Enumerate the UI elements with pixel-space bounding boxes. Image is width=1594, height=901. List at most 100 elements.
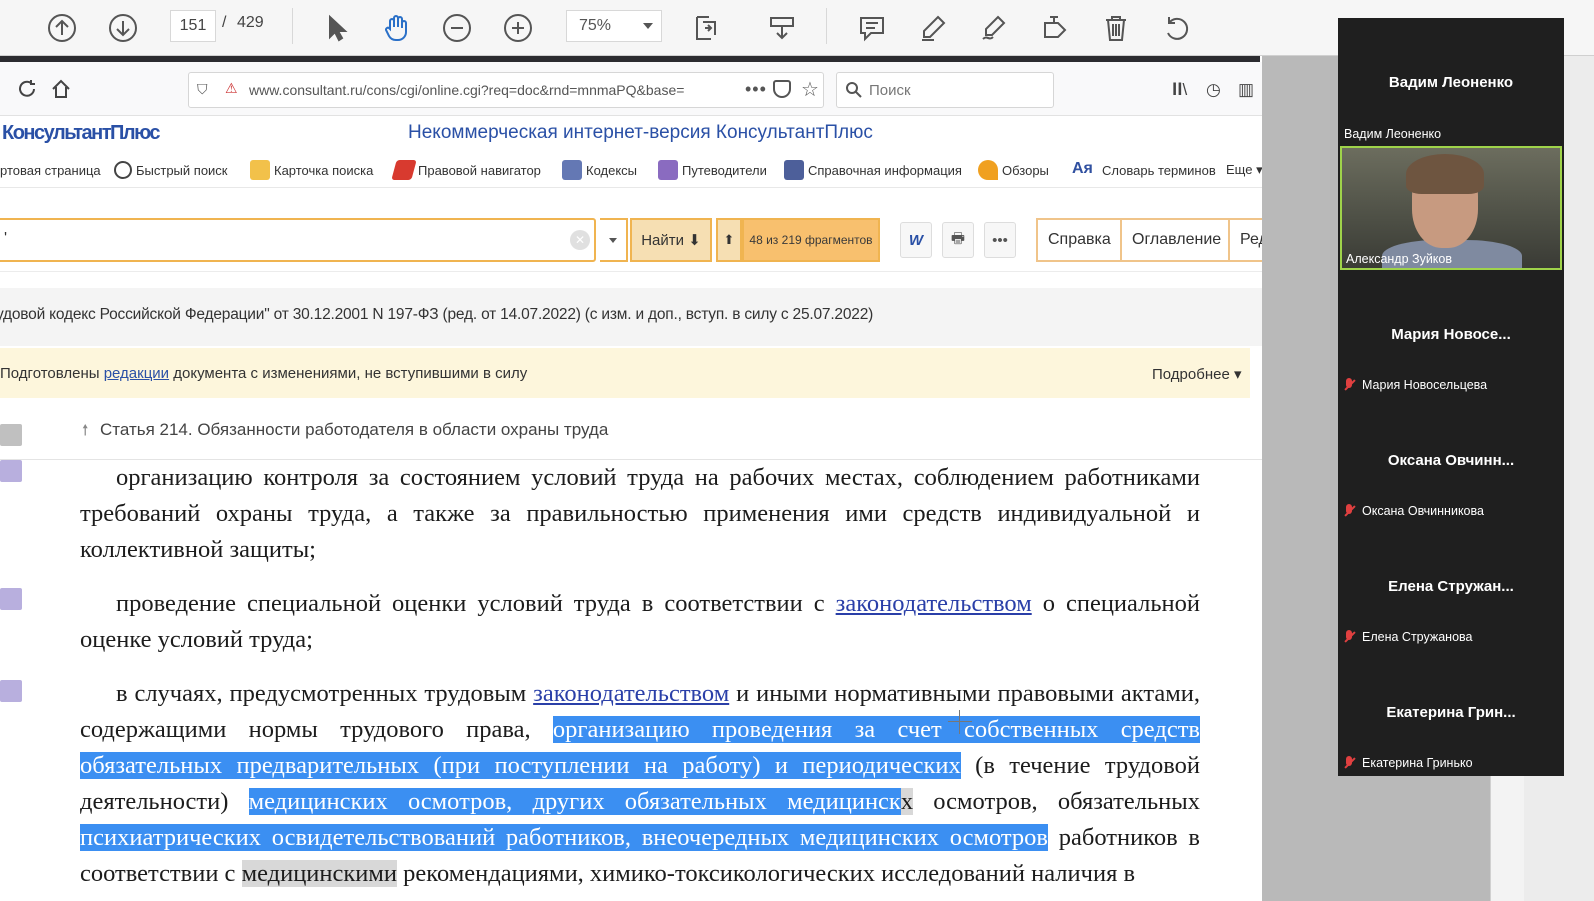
browser-search-input[interactable]: Поиск	[836, 72, 1054, 108]
participant-name: Мария Новосе...	[1391, 326, 1511, 343]
consultant-header: КонсультантПлюс Некоммерческая интернет-…	[0, 116, 1262, 152]
zoom-out-icon[interactable]	[437, 8, 477, 48]
nav-codexes[interactable]: Кодексы	[562, 158, 637, 182]
participant-label: Александр Зуйков	[1346, 252, 1452, 266]
nav-reviews[interactable]: Обзоры	[978, 158, 1049, 182]
selected-text[interactable]: психиатрических освидетельствований рабо…	[80, 824, 1049, 851]
reload-icon[interactable]	[16, 78, 38, 100]
pocket-icon[interactable]	[773, 80, 791, 98]
search-icon	[846, 82, 862, 98]
editions-link[interactable]: редакции	[104, 365, 169, 382]
nav-more[interactable]: Еще ▾	[1226, 158, 1262, 182]
nav-label: Еще ▾	[1226, 162, 1262, 177]
library-icon[interactable]: 𝐈𝐈\	[1172, 80, 1187, 100]
document-title: удовой кодекс Российской Федерации" от 3…	[0, 306, 874, 323]
mic-muted-icon	[1344, 378, 1354, 392]
scroll-mode-icon[interactable]	[762, 8, 802, 48]
document-search-input[interactable]: '	[0, 218, 596, 262]
bookmark-star-icon[interactable]: ☆	[801, 77, 819, 102]
participant-name: Елена Стружан...	[1388, 578, 1514, 595]
address-bar[interactable]: ⛉ ⚠ www.consultant.ru/cons/cgi/online.cg…	[188, 72, 824, 108]
tab-reference[interactable]: Справка	[1036, 218, 1123, 262]
search-icon	[114, 161, 132, 179]
search-history-dropdown[interactable]	[600, 218, 628, 262]
participant-video[interactable]: Александр Зуйков	[1340, 146, 1562, 270]
paragraph: проведение специальной оценки условий тр…	[80, 586, 1200, 658]
more-details-link[interactable]: Подробнее ▾	[1152, 365, 1242, 383]
nav-dictionary[interactable]: Aя Словарь терминов	[1072, 158, 1216, 182]
participant-label-text: Елена Стружанова	[1362, 630, 1473, 644]
dictionary-icon: Aя	[1072, 160, 1093, 177]
sidebar-icon[interactable]: ▥	[1238, 80, 1254, 100]
zoom-select[interactable]: 75%	[566, 10, 662, 42]
nav-label: Путеводители	[682, 162, 767, 178]
word-export-button[interactable]: W	[900, 222, 932, 258]
legislation-link[interactable]: законодательством	[533, 680, 729, 707]
person-hair	[1406, 154, 1484, 194]
nav-label: Словарь терминов	[1102, 162, 1216, 178]
text-run: рекомендациями, химико-токсикологических…	[397, 860, 1136, 887]
participant-tile[interactable]: Елена Стружан... Елена Стружанова	[1338, 524, 1564, 650]
comment-icon[interactable]	[852, 8, 892, 48]
nav-legal-navigator[interactable]: Правовой навигатор	[391, 158, 541, 182]
nav-label: Справочная информация	[808, 162, 962, 178]
paragraph-marker-icon[interactable]	[0, 460, 22, 482]
fit-page-icon[interactable]	[686, 8, 726, 48]
bookmark-marker-icon[interactable]	[0, 424, 22, 446]
participant-tile[interactable]: Екатерина Грин... Екатерина Гринько	[1338, 650, 1564, 776]
participant-label-text: Оксана Овчинникова	[1362, 504, 1484, 518]
hand-tool-icon[interactable]	[376, 8, 416, 48]
nav-quick-search[interactable]: Быстрый поиск	[114, 158, 228, 182]
zoom-in-icon[interactable]	[498, 8, 538, 48]
page-actions-icon[interactable]: •••	[745, 79, 767, 100]
nav-start-page[interactable]: ртовая страница	[0, 158, 101, 182]
more-tools-button[interactable]: •••	[984, 222, 1016, 258]
selected-text[interactable]: медицинских осмотров, других обязательны…	[248, 788, 901, 815]
page-number-input[interactable]: 151	[170, 10, 216, 42]
notice-suffix: документа с изменениями, не вступившими …	[169, 365, 528, 382]
tab-contents[interactable]: Оглавление	[1120, 218, 1234, 262]
draw-icon[interactable]	[974, 8, 1014, 48]
shield-icon: ⛉	[197, 81, 208, 97]
tab-editions[interactable]: Ред	[1228, 218, 1262, 262]
nav-label: Обзоры	[1002, 162, 1049, 178]
search-placeholder: Поиск	[869, 82, 911, 99]
home-icon[interactable]	[50, 78, 72, 100]
participant-tile[interactable]: Мария Новосе... Мария Новосельцева	[1338, 272, 1564, 398]
history-icon[interactable]: ◷	[1206, 80, 1221, 100]
codex-icon	[562, 160, 582, 180]
delete-icon[interactable]	[1096, 8, 1136, 48]
select-cursor-icon[interactable]	[316, 8, 356, 48]
page-down-icon[interactable]	[103, 8, 143, 48]
undo-icon[interactable]	[1156, 8, 1196, 48]
nav-search-card[interactable]: Карточка поиска	[250, 158, 373, 182]
screen: 151 / 429 75% ⛉ ⚠ www.consultant.ru/cons…	[0, 0, 1594, 901]
arrow-up-icon[interactable]: 🠕	[82, 420, 88, 445]
find-prev-button[interactable]: ⬆	[716, 218, 742, 262]
paragraph: организацию контроля за состоянием услов…	[80, 464, 1200, 563]
participant-tile[interactable]: Вадим Леоненко Вадим Леоненко	[1338, 18, 1564, 144]
legislation-link[interactable]: законодательством	[836, 590, 1032, 617]
clear-icon[interactable]: ✕	[570, 230, 590, 250]
notice-prefix: Подготовлены	[0, 365, 104, 382]
mic-muted-icon	[1344, 756, 1354, 770]
navigator-icon	[391, 160, 417, 180]
paragraph-marker-icon[interactable]	[0, 588, 22, 610]
nav-label: Карточка поиска	[274, 162, 374, 178]
paragraph-marker-icon[interactable]	[0, 680, 22, 702]
participant-tile[interactable]: Оксана Овчинн... Оксана Овчинникова	[1338, 398, 1564, 524]
nav-reference[interactable]: Справочная информация	[784, 158, 962, 182]
participant-label: Оксана Овчинникова	[1344, 504, 1484, 518]
insecure-lock-icon: ⚠	[225, 80, 238, 96]
consultant-nav: ртовая страница Быстрый поиск Карточка п…	[0, 152, 1262, 188]
consultant-logo[interactable]: КонсультантПлюс	[2, 122, 161, 145]
print-button[interactable]: 🖶	[942, 222, 974, 258]
nav-guides[interactable]: Путеводители	[658, 158, 767, 182]
stamp-icon[interactable]	[1035, 8, 1075, 48]
participant-label: Елена Стружанова	[1344, 630, 1473, 644]
find-next-button[interactable]: Найти ⬇	[630, 218, 712, 262]
browser-window: ⛉ ⚠ www.consultant.ru/cons/cgi/online.cg…	[0, 62, 1262, 901]
participant-label: Екатерина Гринько	[1344, 756, 1473, 770]
highlight-pen-icon[interactable]	[913, 8, 953, 48]
page-up-icon[interactable]	[42, 8, 82, 48]
